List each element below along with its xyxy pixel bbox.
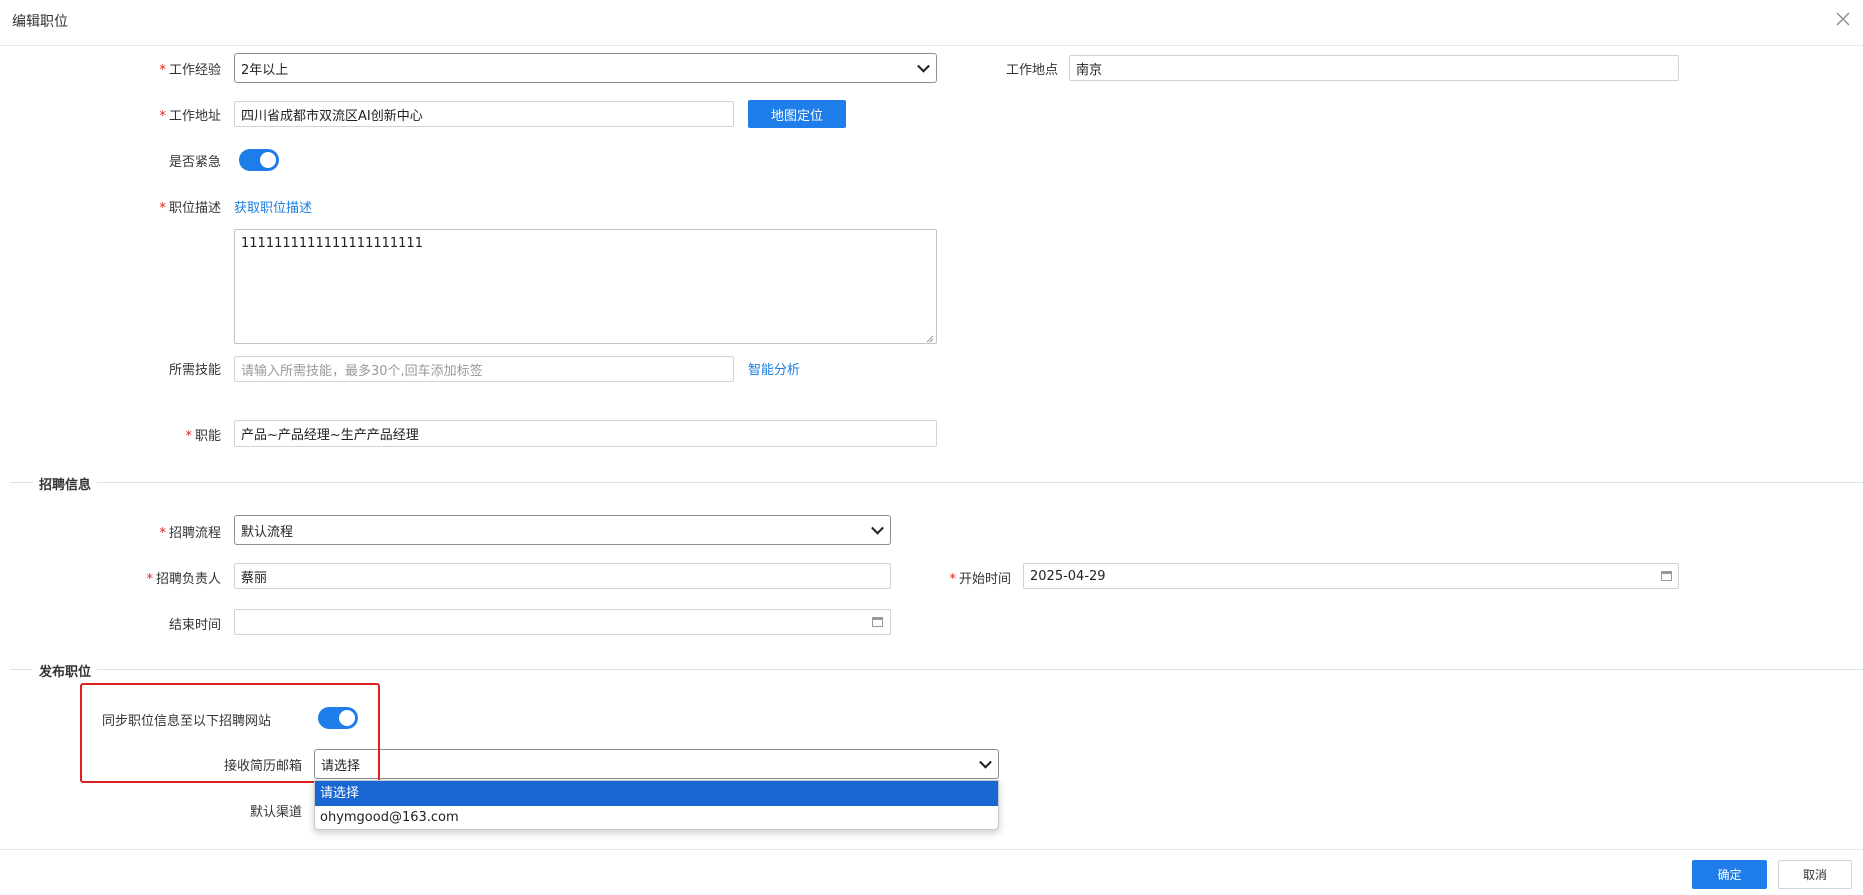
skills-label: 所需技能 xyxy=(168,363,221,378)
end-time-label: 结束时间 xyxy=(168,618,221,633)
dropdown-option[interactable]: ohymgood@163.com xyxy=(315,806,998,829)
dialog-title: 编辑职位 xyxy=(12,14,68,30)
chevron-down-icon xyxy=(917,59,930,73)
owner-label: * 招聘负责人 xyxy=(146,572,221,587)
owner-input[interactable]: 蔡丽 xyxy=(234,563,891,589)
location-label: 工作地点 xyxy=(1005,63,1058,78)
location-input[interactable]: 南京 xyxy=(1069,55,1679,81)
description-textarea[interactable]: 1111111111111111111111 xyxy=(234,229,937,344)
function-label: * 职能 xyxy=(185,429,221,444)
resize-handle-icon[interactable] xyxy=(925,332,934,343)
address-label: * 工作地址 xyxy=(159,109,221,124)
publish-section-title: 发布职位 xyxy=(33,661,98,680)
experience-label: * 工作经验 xyxy=(159,63,221,78)
address-input[interactable]: 四川省成都市双流区AI创新中心 xyxy=(234,101,734,127)
confirm-button[interactable]: 确定 xyxy=(1692,860,1767,889)
experience-select[interactable]: 2年以上 xyxy=(234,53,937,83)
process-label: * 招聘流程 xyxy=(159,526,221,541)
map-locate-button[interactable]: 地图定位 xyxy=(748,100,846,128)
smart-analysis-link[interactable]: 智能分析 xyxy=(748,359,800,378)
email-dropdown-list: 请选择 ohymgood@163.com xyxy=(314,780,999,830)
email-select[interactable]: 请选择 xyxy=(314,749,999,779)
recruit-section-divider xyxy=(10,482,1863,483)
start-time-label: * 开始时间 xyxy=(949,572,1011,587)
header-divider xyxy=(0,45,1863,46)
get-description-link[interactable]: 获取职位描述 xyxy=(234,197,312,216)
chevron-down-icon xyxy=(871,521,884,535)
start-time-input[interactable]: 2025-04-29 xyxy=(1023,563,1679,589)
close-icon[interactable] xyxy=(1836,12,1850,26)
urgent-toggle[interactable] xyxy=(239,149,279,171)
urgent-label: 是否紧急 xyxy=(168,155,221,170)
description-label: * 职位描述 xyxy=(159,201,221,216)
end-time-input[interactable] xyxy=(234,609,891,635)
footer-divider xyxy=(0,849,1863,850)
calendar-icon[interactable] xyxy=(872,617,883,627)
skills-input[interactable]: 请输入所需技能，最多30个,回车添加标签 xyxy=(234,356,734,382)
channel-label: 默认渠道 xyxy=(249,805,302,820)
publish-section-divider xyxy=(10,669,1863,670)
dropdown-option-selected[interactable]: 请选择 xyxy=(315,781,998,806)
chevron-down-icon xyxy=(979,755,992,769)
recruit-section-title: 招聘信息 xyxy=(33,474,98,493)
process-select[interactable]: 默认流程 xyxy=(234,515,891,545)
cancel-button[interactable]: 取消 xyxy=(1778,860,1852,889)
function-input[interactable]: 产品~产品经理~生产产品经理 xyxy=(234,420,937,447)
highlight-box xyxy=(80,683,380,783)
calendar-icon[interactable] xyxy=(1661,571,1672,581)
